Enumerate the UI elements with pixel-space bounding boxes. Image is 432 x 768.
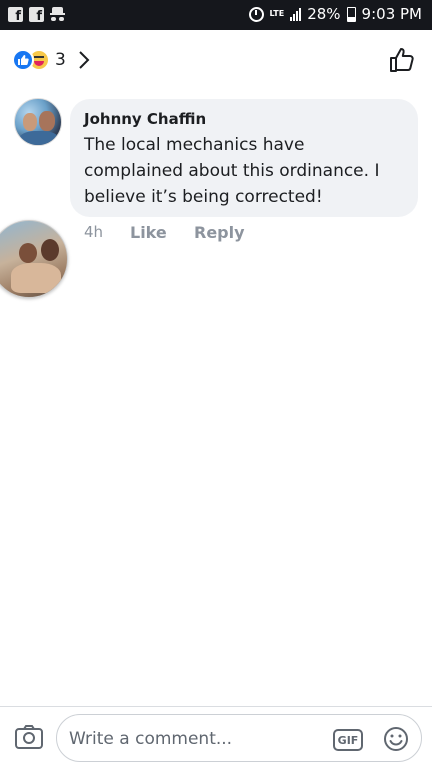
battery-icon (346, 6, 356, 22)
facebook-notification-icon (29, 7, 44, 24)
signal-icon (290, 7, 302, 21)
comment-actions: 4h Like Reply (84, 221, 245, 243)
gif-button[interactable]: GIF (333, 729, 363, 751)
comment-timestamp: 4h (84, 223, 104, 241)
like-reaction-icon (12, 49, 34, 71)
reaction-count: 3 (55, 50, 66, 70)
system-indicators: LTE 28% 9:03 PM (248, 5, 422, 23)
emoji-icon[interactable] (383, 726, 409, 752)
reactions-summary[interactable]: 3 (12, 48, 90, 72)
comment-input[interactable] (69, 725, 319, 753)
facebook-notification-icon (8, 7, 23, 24)
battery-percent: 28% (307, 5, 341, 23)
status-bar: LTE 28% 9:03 PM (0, 0, 432, 30)
network-type: LTE (269, 9, 285, 18)
notification-icons (8, 7, 65, 24)
chevron-right-icon (79, 51, 90, 69)
reply-button[interactable]: Reply (194, 223, 245, 242)
camera-icon[interactable] (14, 724, 44, 750)
like-button[interactable]: Like (130, 223, 194, 242)
comment-author[interactable]: Johnny Chaffin (84, 109, 404, 129)
incognito-icon (50, 7, 65, 22)
comment-bubble[interactable]: Johnny Chaffin The local mechanics have … (70, 99, 418, 217)
comment-composer: GIF (0, 706, 432, 768)
clock: 9:03 PM (361, 5, 422, 23)
avatar[interactable] (0, 220, 68, 298)
comments-header: 3 (0, 30, 432, 90)
alarm-icon (248, 6, 264, 22)
thumbs-up-icon[interactable] (388, 46, 416, 74)
comment-input-wrapper[interactable]: GIF (56, 714, 422, 762)
avatar[interactable] (14, 98, 62, 146)
comment-text: The local mechanics have complained abou… (84, 135, 380, 207)
